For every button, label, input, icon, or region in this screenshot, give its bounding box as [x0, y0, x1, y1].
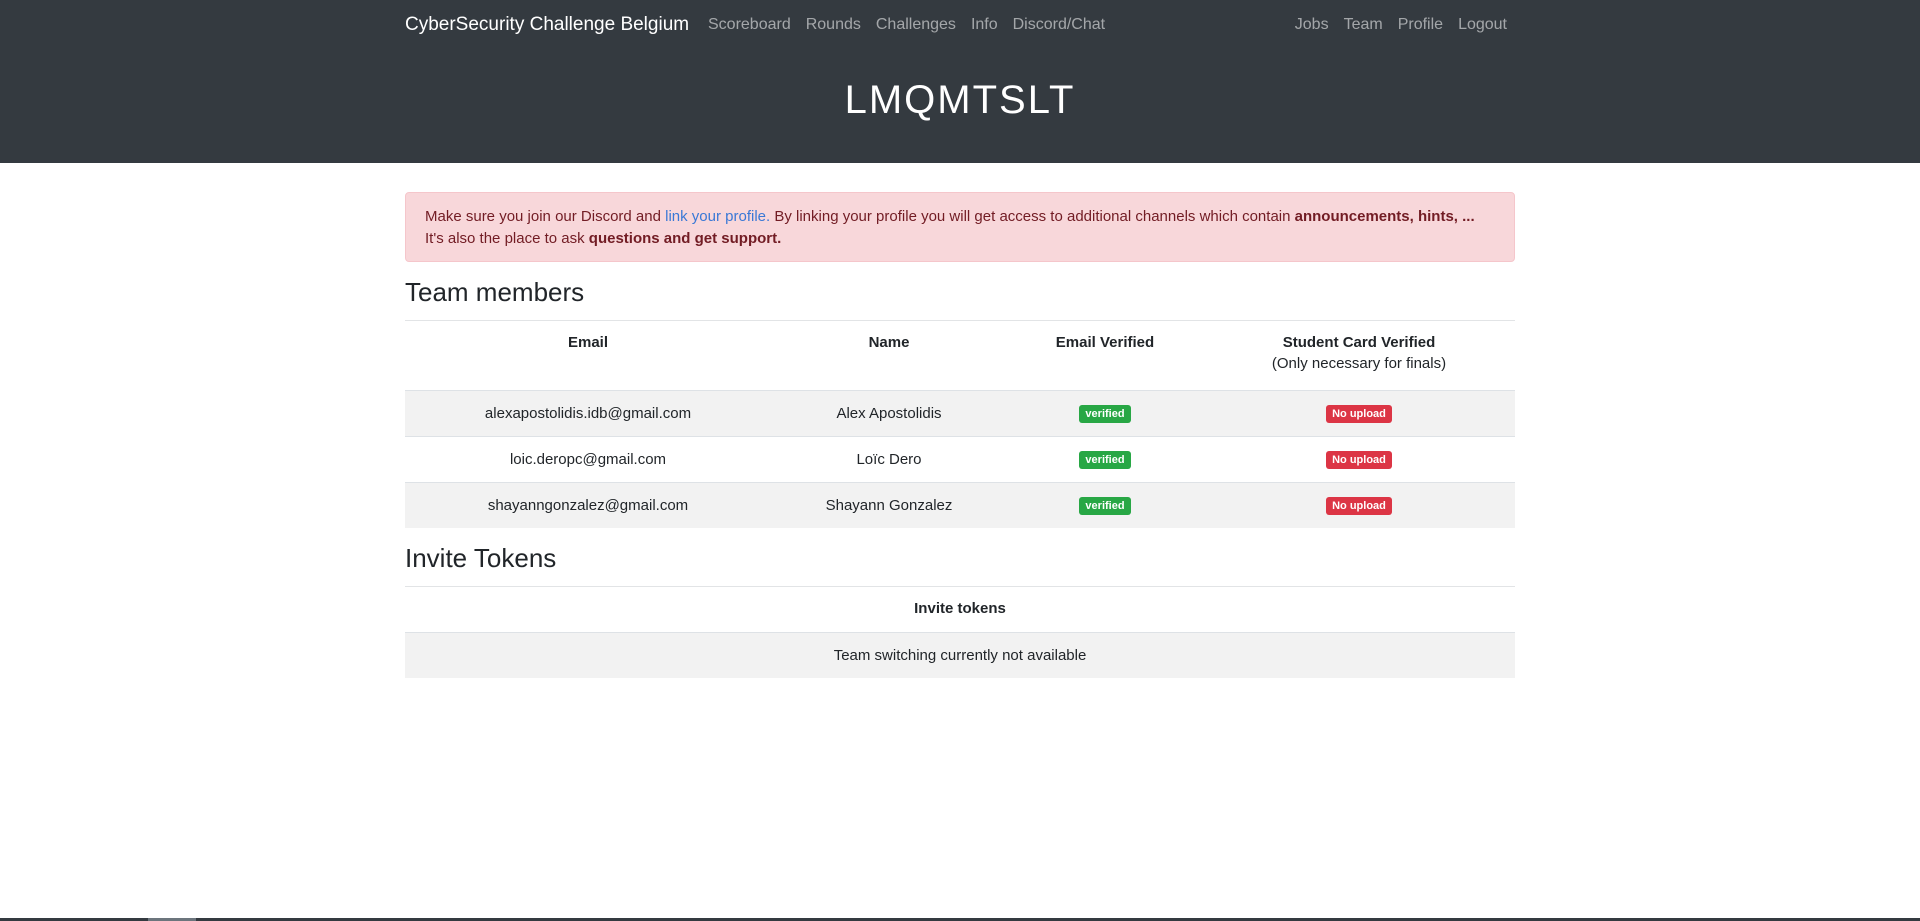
nav-link-rounds[interactable]: Rounds [806, 16, 861, 34]
team-members-header-row: Email Name Email Verified Student Card V… [405, 321, 1515, 391]
team-members-title: Team members [405, 277, 1515, 321]
nav-right-links: Jobs Team Profile Logout [1280, 16, 1507, 34]
table-row: Team switching currently not available [405, 631, 1515, 678]
invite-tokens-table: Invite tokens Team switching currently n… [405, 587, 1515, 678]
student-card-cell: No upload [1203, 481, 1515, 528]
header-invite-tokens: Invite tokens [405, 587, 1515, 633]
header-student-card: Student Card Verified (Only necessary fo… [1203, 321, 1515, 391]
student-card-cell: No upload [1203, 389, 1515, 436]
member-name: Alex Apostolidis [771, 389, 1007, 436]
table-row: shayanngonzalez@gmail.com Shayann Gonzal… [405, 481, 1515, 528]
table-row: loic.deropc@gmail.com Loïc Dero verified… [405, 435, 1515, 482]
email-verified-cell: verified [1007, 435, 1203, 482]
header-student-card-note: (Only necessary for finals) [1271, 355, 1447, 372]
invite-tokens-title: Invite Tokens [405, 543, 1515, 587]
student-card-cell: No upload [1203, 435, 1515, 482]
no-upload-badge: No upload [1326, 450, 1392, 469]
email-verified-cell: verified [1007, 389, 1203, 436]
alert-bold-support: questions and get support. [588, 230, 782, 247]
member-email: shayanngonzalez@gmail.com [405, 481, 771, 528]
team-switching-message: Team switching currently not available [405, 631, 1515, 678]
nav-link-challenges[interactable]: Challenges [876, 16, 956, 34]
nav-link-info[interactable]: Info [971, 16, 998, 34]
no-upload-badge: No upload [1326, 496, 1392, 515]
nav-link-scoreboard[interactable]: Scoreboard [708, 16, 791, 34]
email-verified-cell: verified [1007, 481, 1203, 528]
header-email: Email [405, 321, 771, 391]
navbar: CyberSecurity Challenge Belgium Scoreboa… [405, 0, 1515, 52]
member-name: Shayann Gonzalez [771, 481, 1007, 528]
verified-badge: verified [1079, 404, 1131, 423]
discord-alert: Make sure you join our Discord and link … [405, 192, 1515, 262]
top-header: CyberSecurity Challenge Belgium Scoreboa… [0, 0, 1920, 163]
no-upload-badge: No upload [1326, 404, 1392, 423]
member-name: Loïc Dero [771, 435, 1007, 482]
nav-left-links: Scoreboard Rounds Challenges Info Discor… [708, 16, 1120, 34]
nav-link-logout[interactable]: Logout [1458, 16, 1507, 34]
header-student-card-label: Student Card Verified [1282, 334, 1436, 351]
alert-text-2: By linking your profile you will get acc… [770, 208, 1295, 225]
header-email-verified: Email Verified [1007, 321, 1203, 391]
nav-link-jobs[interactable]: Jobs [1295, 16, 1329, 34]
nav-link-team[interactable]: Team [1344, 16, 1383, 34]
alert-bold-announcements: announcements, hints, ... [1294, 208, 1475, 225]
team-name-title: LMQMTSLT [844, 78, 1076, 122]
member-email: loic.deropc@gmail.com [405, 435, 771, 482]
nav-link-profile[interactable]: Profile [1398, 16, 1443, 34]
link-profile-link[interactable]: link your profile. [665, 208, 770, 225]
alert-text-3: It's also the place to ask [425, 230, 589, 247]
verified-badge: verified [1079, 450, 1131, 469]
member-email: alexapostolidis.idb@gmail.com [405, 389, 771, 436]
nav-link-discord-chat[interactable]: Discord/Chat [1013, 16, 1105, 34]
alert-text-1: Make sure you join our Discord and [425, 208, 666, 225]
header-name: Name [771, 321, 1007, 391]
brand-link[interactable]: CyberSecurity Challenge Belgium [405, 14, 689, 36]
invite-tokens-header-row: Invite tokens [405, 587, 1515, 633]
table-row: alexapostolidis.idb@gmail.com Alex Apost… [405, 389, 1515, 436]
team-members-table: Email Name Email Verified Student Card V… [405, 321, 1515, 528]
main-content: Make sure you join our Discord and link … [405, 192, 1515, 678]
verified-badge: verified [1079, 496, 1131, 515]
